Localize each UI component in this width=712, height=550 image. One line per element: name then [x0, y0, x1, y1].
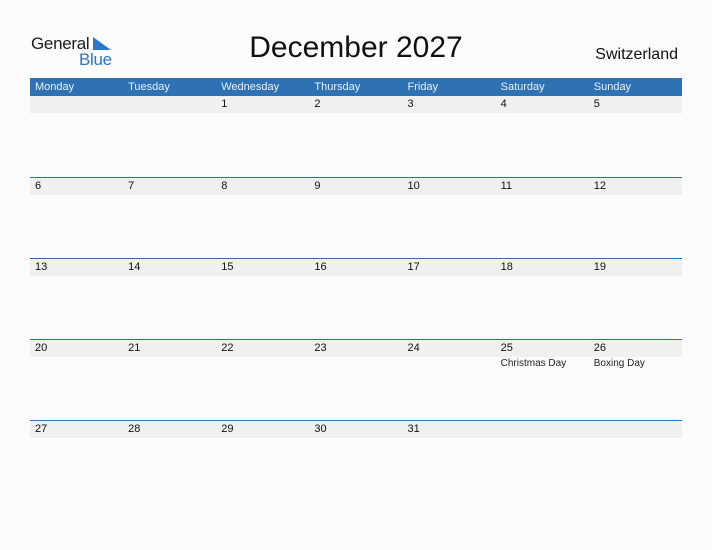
day-number: 14 [128, 261, 141, 273]
day-number [496, 421, 589, 438]
day-number: 20 [35, 342, 48, 354]
day-number: 24 [407, 342, 420, 354]
day-number: 19 [593, 261, 606, 273]
day-number: 8 [221, 180, 228, 192]
day-number: 18 [500, 261, 513, 273]
weekday-friday: Friday [407, 81, 439, 93]
day-number [589, 421, 682, 438]
date-strip: 20 21 22 23 24 25 26 [30, 340, 682, 357]
date-strip: 1 2 3 4 5 [30, 96, 682, 113]
day-number: 27 [35, 423, 48, 435]
day-number: 21 [128, 342, 141, 354]
weekday-saturday: Saturday [500, 81, 545, 93]
date-strip: 27 28 29 30 31 [30, 421, 682, 438]
day-number: 28 [128, 423, 141, 435]
holiday-label [30, 357, 123, 370]
day-number: 25 [500, 342, 513, 354]
day-number: 6 [35, 180, 42, 192]
holiday-label [309, 357, 402, 370]
day-number: 1 [221, 98, 228, 110]
holiday-label [216, 357, 309, 370]
day-number: 30 [314, 423, 327, 435]
day-number: 2 [314, 98, 321, 110]
holiday-label [123, 357, 216, 370]
date-strip: 6 7 8 9 10 11 12 [30, 178, 682, 195]
day-number: 7 [128, 180, 135, 192]
holiday-label: Boxing Day [593, 358, 645, 369]
day-number: 12 [593, 180, 606, 192]
day-number: 23 [314, 342, 327, 354]
day-number: 10 [407, 180, 420, 192]
week-row: 6 7 8 9 10 11 12 [30, 177, 682, 258]
holiday-label: Christmas Day [500, 358, 567, 369]
weekday-monday: Monday [35, 81, 75, 93]
weekday-wednesday: Wednesday [221, 81, 280, 93]
day-number: 31 [407, 423, 420, 435]
weekday-tuesday: Tuesday [128, 81, 170, 93]
week-row: 13 14 15 16 17 18 19 [30, 258, 682, 339]
country-label: Switzerland [595, 46, 678, 63]
calendar-grid: Monday Tuesday Wednesday Thursday Friday… [30, 78, 682, 501]
events-row: Christmas Day Boxing Day [30, 357, 682, 370]
weekday-thursday: Thursday [314, 81, 361, 93]
day-number: 16 [314, 261, 327, 273]
day-number: 3 [407, 98, 414, 110]
day-number: 17 [407, 261, 420, 273]
day-number: 13 [35, 261, 48, 273]
weekday-header: Monday Tuesday Wednesday Thursday Friday… [30, 78, 682, 96]
day-number: 26 [593, 342, 606, 354]
weekday-sunday: Sunday [593, 81, 632, 93]
day-number: 9 [314, 180, 321, 192]
week-row: 20 21 22 23 24 25 26 Christmas Day Boxing Day [30, 339, 682, 420]
day-number [30, 96, 123, 113]
week-row: 27 28 29 30 31 [30, 420, 682, 501]
day-number: 5 [593, 98, 600, 110]
day-number [123, 96, 216, 113]
week-row: 1 2 3 4 5 [30, 96, 682, 177]
day-number: 15 [221, 261, 234, 273]
date-strip: 13 14 15 16 17 18 19 [30, 259, 682, 276]
day-number: 22 [221, 342, 234, 354]
day-number: 11 [500, 180, 513, 192]
holiday-label [403, 357, 496, 370]
day-number: 29 [221, 423, 234, 435]
day-number: 4 [500, 98, 507, 110]
